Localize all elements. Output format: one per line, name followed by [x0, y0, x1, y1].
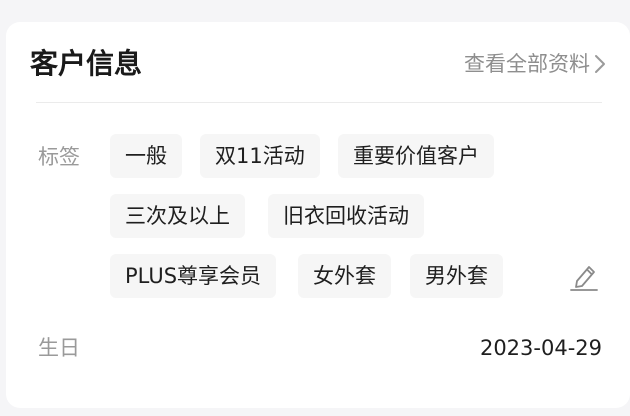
view-all-profile-link[interactable]: 查看全部资料 — [464, 48, 606, 80]
tags-label: 标签 — [38, 145, 80, 169]
tag-chip[interactable]: PLUS尊享会员 — [110, 254, 277, 298]
header-divider — [36, 102, 602, 103]
birthday-value: 2023-04-29 — [479, 336, 602, 360]
view-all-label: 查看全部资料 — [464, 52, 590, 76]
tag-chip[interactable]: 一般 — [110, 134, 182, 178]
tag-chip[interactable]: 旧衣回收活动 — [268, 194, 424, 238]
card-title: 客户信息 — [30, 47, 143, 80]
chevron-right-icon — [594, 54, 606, 74]
customer-info-card: 客户信息 查看全部资料 标签 一般 双11活动 重要价值客户 三次及以上 旧衣回… — [6, 22, 630, 408]
tag-chip[interactable]: 三次及以上 — [110, 194, 245, 238]
tag-chip[interactable]: 重要价值客户 — [338, 134, 494, 178]
birthday-label: 生日 — [38, 336, 80, 360]
tag-chip[interactable]: 男外套 — [410, 254, 503, 298]
edit-tags-pencil-icon[interactable] — [568, 260, 600, 292]
tag-chip[interactable]: 女外套 — [298, 254, 391, 298]
tag-chip[interactable]: 双11活动 — [200, 134, 320, 178]
